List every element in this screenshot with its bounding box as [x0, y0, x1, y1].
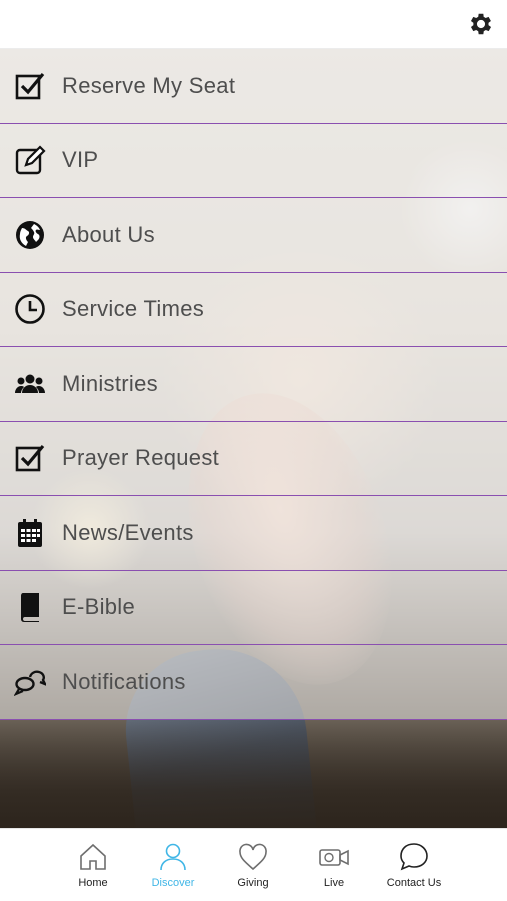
tab-label: Live	[323, 877, 345, 889]
menu-item-service-times[interactable]: Service Times	[0, 272, 507, 347]
gear-icon[interactable]	[467, 10, 495, 38]
tab-label: Home	[78, 877, 108, 889]
menu-item-about-us[interactable]: About Us	[0, 198, 507, 273]
globe-icon	[14, 219, 46, 251]
user-icon	[160, 843, 186, 871]
menu-item-e-bible[interactable]: E-Bible	[0, 570, 507, 645]
tab-live[interactable]: Live	[294, 841, 374, 889]
tab-giving[interactable]: Giving	[213, 841, 293, 889]
group-icon	[14, 368, 46, 400]
menu-item-label: Reserve My Seat	[62, 72, 236, 98]
menu-item-reserve-my-seat[interactable]: Reserve My Seat	[0, 49, 507, 124]
book-icon	[14, 591, 46, 623]
menu-item-label: Ministries	[62, 370, 158, 396]
tab-label: Contact Us	[386, 877, 442, 889]
menu-item-label: About Us	[62, 221, 155, 247]
tab-label: Giving	[237, 877, 269, 889]
menu-item-label: E-Bible	[62, 594, 136, 620]
home-icon	[80, 843, 106, 870]
checkbox-icon	[14, 442, 46, 474]
menu-item-news-events[interactable]: News/Events	[0, 496, 507, 571]
heart-icon	[239, 843, 267, 871]
video-camera-icon	[319, 849, 349, 866]
menu-item-label: Prayer Request	[62, 445, 220, 471]
tab-label: Discover	[151, 877, 195, 889]
tab-discover[interactable]: Discover	[133, 841, 213, 889]
checkbox-icon	[14, 70, 46, 102]
menu-item-label: VIP	[62, 147, 99, 173]
edit-icon	[14, 144, 46, 176]
chat-icon	[400, 843, 428, 871]
main-menu: Reserve My Seat VIP About Us Service Tim…	[0, 49, 507, 720]
tab-home[interactable]: Home	[53, 841, 133, 889]
calendar-icon	[14, 517, 46, 549]
bottom-tab-bar: Home Discover Giving Live Contact Us	[0, 828, 507, 901]
chat-bubbles-icon	[14, 666, 46, 698]
menu-item-prayer-request[interactable]: Prayer Request	[0, 421, 507, 496]
tab-contact-us[interactable]: Contact Us	[374, 841, 454, 889]
menu-item-label: Notifications	[62, 668, 186, 694]
menu-item-label: Service Times	[62, 296, 205, 322]
menu-item-notifications[interactable]: Notifications	[0, 645, 507, 720]
clock-icon	[14, 293, 46, 325]
menu-item-label: News/Events	[62, 519, 194, 545]
grass	[0, 719, 507, 828]
top-bar	[0, 0, 507, 49]
menu-item-vip[interactable]: VIP	[0, 123, 507, 198]
menu-item-ministries[interactable]: Ministries	[0, 347, 507, 422]
